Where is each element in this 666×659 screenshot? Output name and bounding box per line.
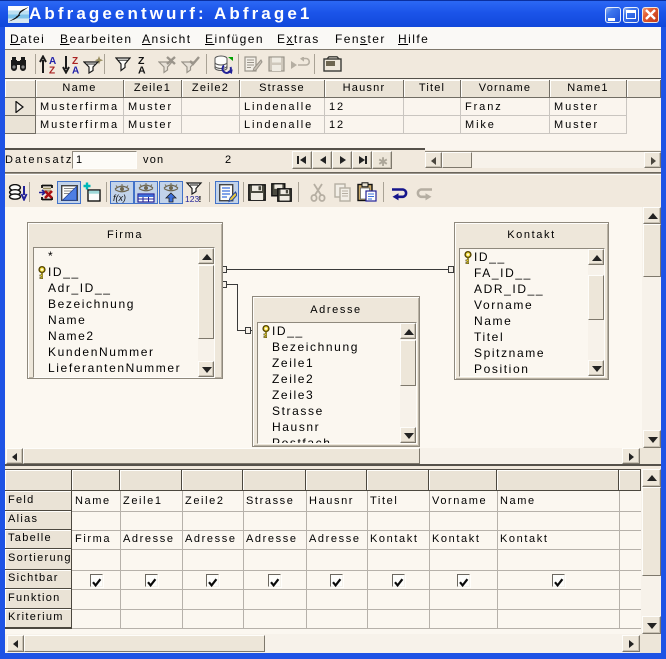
- svg-text:A: A: [72, 66, 79, 75]
- svg-text:Z: Z: [49, 66, 55, 75]
- svg-text:f(x): f(x): [113, 193, 126, 203]
- svg-text:123: 123: [185, 194, 199, 203]
- svg-text:A: A: [138, 65, 146, 75]
- svg-text:!: !: [199, 194, 202, 203]
